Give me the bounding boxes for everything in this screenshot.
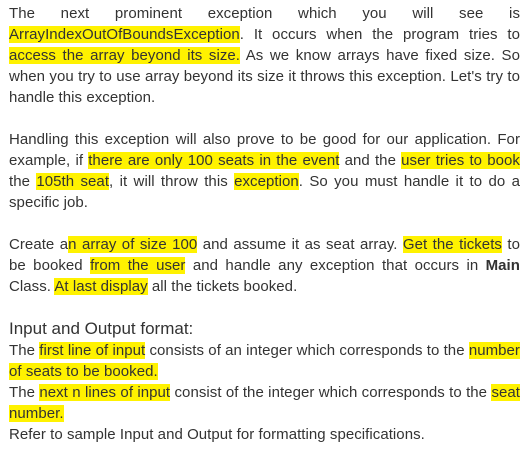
text-run: Class. <box>9 278 55 295</box>
text-run: Refer to sample Input and Output for for… <box>9 426 425 443</box>
text-run: consists of an integer which corresponds… <box>145 342 469 359</box>
text-run: and handle any exception that occurs in <box>185 257 486 274</box>
paragraph-example: Handling this exception will also prove … <box>9 129 520 213</box>
document-body: The next prominent exception which you w… <box>9 3 520 445</box>
text-run: consist of the integer which corresponds… <box>170 384 492 401</box>
text-run: . It occurs when the program tries to <box>239 26 520 43</box>
text-run: The <box>9 342 40 359</box>
text-run: the <box>9 173 37 190</box>
io-format-section: The first line of input consists of an i… <box>9 340 520 445</box>
text-run: and the <box>339 152 402 169</box>
paragraph-refer: Refer to sample Input and Output for for… <box>9 424 520 445</box>
highlighted-text: ArrayIndexOutOfBoundsException <box>9 26 240 43</box>
highlighted-text: from the user <box>90 257 186 274</box>
highlighted-text: 105th seat <box>36 173 110 190</box>
paragraph-input-format: The first line of input consists of an i… <box>9 340 520 382</box>
text-run: and assume it as seat array. <box>197 236 403 253</box>
highlighted-text: n array of size 100 <box>68 236 198 253</box>
bold-text: Main <box>485 257 520 274</box>
highlighted-text: At last display <box>54 278 148 295</box>
text-run: The next prominent exception which you w… <box>9 5 520 22</box>
text-run: Create a <box>9 236 69 253</box>
section-heading: Input and Output format: <box>9 319 194 338</box>
text-run: all the tickets booked. <box>147 278 298 295</box>
highlighted-text: first line of input <box>39 342 146 359</box>
paragraph-task: Create an array of size 100 and assume i… <box>9 234 520 297</box>
highlighted-text: next n lines of input <box>39 384 171 401</box>
highlighted-text: there are only 100 seats in the event <box>88 152 340 169</box>
text-run: The <box>9 384 40 401</box>
paragraph-exception-intro: The next prominent exception which you w… <box>9 3 520 108</box>
highlighted-text: exception <box>234 173 299 190</box>
highlighted-text: access the array beyond its size. <box>9 47 241 64</box>
highlighted-text: Get the tickets <box>402 236 502 253</box>
paragraph-next-lines: The next n lines of input consist of the… <box>9 382 520 424</box>
highlighted-text: user tries to book <box>401 152 520 169</box>
text-run: , it will throw this <box>109 173 235 190</box>
